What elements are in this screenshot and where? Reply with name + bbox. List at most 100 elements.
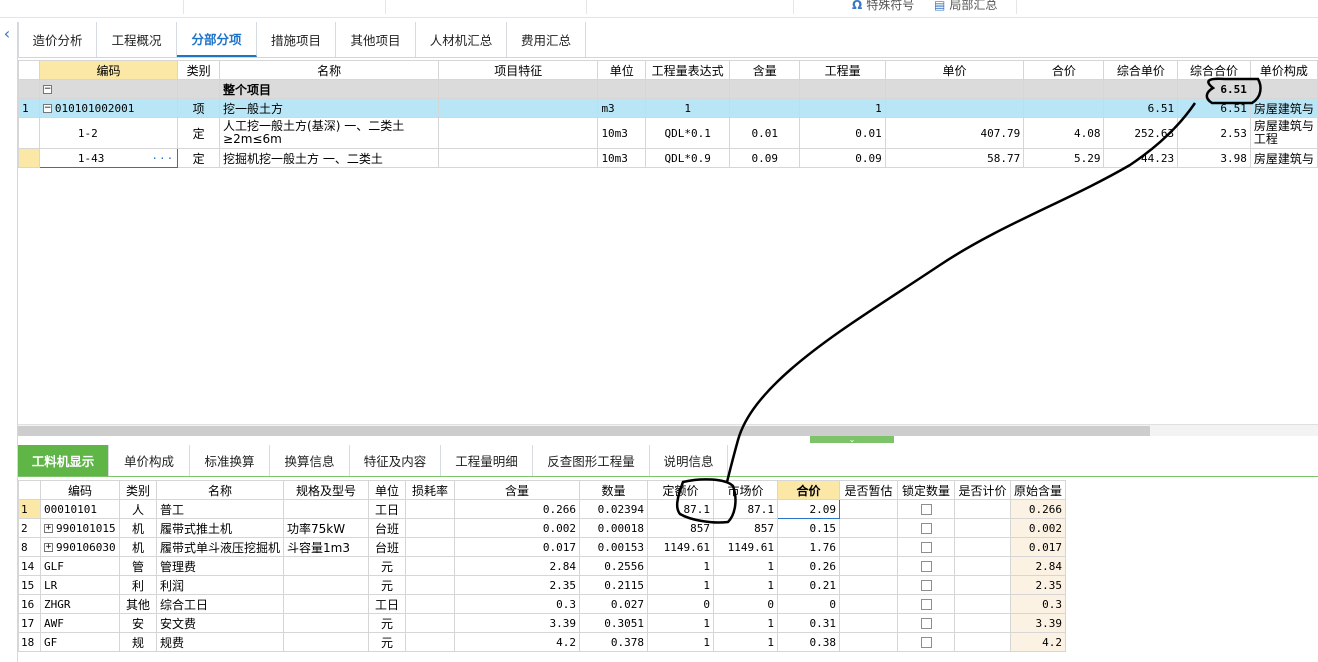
cell-loss[interactable]: [405, 499, 456, 519]
header-type[interactable]: 类别: [119, 480, 157, 500]
cell-name[interactable]: 普工: [155, 499, 285, 519]
header-unit[interactable]: 单位: [368, 480, 407, 500]
cell-orig-content[interactable]: 0.3: [1010, 594, 1067, 614]
cell-composition[interactable]: 房屋建筑与: [1249, 148, 1318, 168]
header-spec[interactable]: 规格及型号: [283, 480, 370, 500]
cell-code[interactable]: 1-2: [38, 117, 179, 149]
cell-name[interactable]: 安文费: [155, 613, 285, 633]
cell-loss[interactable]: [405, 518, 456, 538]
cell-qty[interactable]: 0.378: [579, 632, 649, 652]
cell-spec[interactable]: 斗容量1m3: [283, 537, 370, 557]
cell-loss[interactable]: [405, 537, 456, 557]
tab-features-content[interactable]: 特征及内容: [350, 445, 441, 476]
cell-type[interactable]: 定: [177, 117, 221, 149]
cell-content[interactable]: 2.84: [454, 556, 581, 576]
cell-spec[interactable]: [283, 556, 370, 576]
cell-expr[interactable]: QDL*0.9: [645, 148, 731, 168]
cell-qty[interactable]: 0.00153: [579, 537, 649, 557]
cell-orig-content[interactable]: 2.35: [1010, 575, 1067, 595]
cell-total[interactable]: 5.29: [1023, 148, 1105, 168]
cell-type[interactable]: 管: [119, 556, 157, 576]
cell-quota-price[interactable]: 1: [647, 613, 715, 633]
header-code[interactable]: 编码: [40, 480, 120, 500]
cell-name[interactable]: 人工挖一般土方(基深) 一、二类土 ≥2m≤6m: [219, 117, 440, 149]
cell-unit[interactable]: 台班: [368, 537, 407, 557]
cell-spec[interactable]: [283, 613, 370, 633]
tab-sub-items[interactable]: 分部分项: [177, 22, 257, 57]
header-loss[interactable]: 损耗率: [405, 480, 456, 500]
cell-unit[interactable]: 台班: [368, 518, 407, 538]
table-row[interactable]: 14 GLF 管管理费元 2.84 0.2556 1 1 0.26 2.84: [18, 556, 1067, 576]
cell-provisional[interactable]: [839, 632, 899, 652]
cell-quota-price[interactable]: 87.1: [647, 499, 715, 519]
cell-unit[interactable]: 元: [368, 575, 407, 595]
cell-quota-price[interactable]: 857: [647, 518, 715, 538]
special-symbol-button[interactable]: Ω 特殊符号: [852, 0, 914, 13]
cell-content[interactable]: 2.35: [454, 575, 581, 595]
cell-type[interactable]: 规: [119, 632, 157, 652]
cell-composition[interactable]: 房屋建筑与工程: [1249, 117, 1318, 149]
cell-qty[interactable]: 0.01: [799, 117, 886, 149]
table-row[interactable]: 2 +990101015 机履带式推土机 功率75kW 台班 0.002 0.00018 85…: [18, 518, 1067, 538]
header-type[interactable]: 类别: [177, 60, 221, 80]
cell-content[interactable]: 0.017: [454, 537, 581, 557]
cell-quota-price[interactable]: 1149.61: [647, 537, 715, 557]
cell-code[interactable]: AWF: [40, 613, 120, 633]
cell-code[interactable]: ZHGR: [40, 594, 120, 614]
table-row[interactable]: 8 +990106030 机履带式单斗液压挖掘机 斗容量1m3 台班 0.017 0.001…: [18, 537, 1067, 557]
cell-name[interactable]: 履带式单斗液压挖掘机: [155, 537, 285, 557]
cell-market-price[interactable]: 1: [713, 632, 779, 652]
header-unit[interactable]: 单位: [597, 60, 647, 80]
cell-type[interactable]: 安: [119, 613, 157, 633]
table-row[interactable]: 1-43 ··· 定 挖掘机挖一般土方 一、二类土 10m3 QDL*0.9 0.…: [18, 148, 1318, 168]
more-icon[interactable]: ···: [151, 152, 174, 165]
cell-loss[interactable]: [405, 575, 456, 595]
cell-code-editing[interactable]: 1-43 ···: [38, 148, 179, 168]
tab-labor-material-display[interactable]: 工料机显示: [18, 445, 109, 476]
cell-market-price[interactable]: 857: [713, 518, 779, 538]
cell-code[interactable]: LR: [40, 575, 120, 595]
cell-provisional[interactable]: [839, 537, 899, 557]
cell-market-price[interactable]: 1149.61: [713, 537, 779, 557]
cell-qty[interactable]: 0.2556: [579, 556, 649, 576]
cell-name[interactable]: 利润: [155, 575, 285, 595]
cell-priced[interactable]: [954, 613, 1012, 633]
table-row[interactable]: 1 −010101002001 项 挖一般土方 m3 1 1 6.51 6.51…: [18, 98, 1318, 118]
cell-provisional[interactable]: [839, 594, 899, 614]
cell-total[interactable]: 0.26: [777, 556, 841, 576]
table-row[interactable]: 1 00010101 人普工 工日 0.266 0.02394 87.1 87.1 2.09 0.…: [18, 499, 1067, 519]
cell-content[interactable]: [729, 98, 801, 118]
cell-unit[interactable]: 工日: [368, 499, 407, 519]
cell-content[interactable]: 0.01: [729, 117, 801, 149]
cell-loss[interactable]: [405, 594, 456, 614]
table-row-group[interactable]: − 整个项目 6.51: [18, 79, 1318, 99]
cell-provisional[interactable]: [839, 613, 899, 633]
cell-price[interactable]: 58.77: [884, 148, 1025, 168]
cell-comp-price[interactable]: 6.51: [1103, 98, 1179, 118]
cell-provisional[interactable]: [839, 575, 899, 595]
cell-name[interactable]: 挖掘机挖一般土方 一、二类土: [219, 148, 440, 168]
tab-fee-summary[interactable]: 费用汇总: [507, 22, 586, 57]
cell-qty[interactable]: 0.2115: [579, 575, 649, 595]
header-expression[interactable]: 工程量表达式: [645, 60, 731, 80]
cell-content[interactable]: 3.39: [454, 613, 581, 633]
tab-project-overview[interactable]: 工程概况: [97, 22, 177, 57]
cell-type[interactable]: 人: [119, 499, 157, 519]
cell-quota-price[interactable]: 1: [647, 632, 715, 652]
partial-summary-button[interactable]: ▤ 局部汇总: [934, 0, 997, 13]
lock-quantity-checkbox[interactable]: [920, 542, 932, 553]
cell-expr[interactable]: QDL*0.1: [645, 117, 731, 149]
table-row[interactable]: 18 GF 规规费元 4.2 0.378 1 1 0.38 4.2: [18, 632, 1067, 652]
cell-unit[interactable]: 10m3: [597, 117, 647, 149]
header-comp-total[interactable]: 综合合价: [1177, 60, 1251, 80]
lock-quantity-checkbox[interactable]: [920, 580, 932, 591]
cell-orig-content[interactable]: 0.002: [1010, 518, 1067, 538]
cell-loss[interactable]: [405, 613, 456, 633]
tab-quantity-details[interactable]: 工程量明细: [441, 445, 533, 476]
tab-standard-conversion[interactable]: 标准换算: [190, 445, 270, 476]
lock-quantity-checkbox[interactable]: [920, 599, 932, 610]
cell-content[interactable]: 0.09: [729, 148, 801, 168]
cell-content[interactable]: 0.002: [454, 518, 581, 538]
cell-comp-total[interactable]: 3.98: [1177, 148, 1251, 168]
cell-content[interactable]: 4.2: [454, 632, 581, 652]
